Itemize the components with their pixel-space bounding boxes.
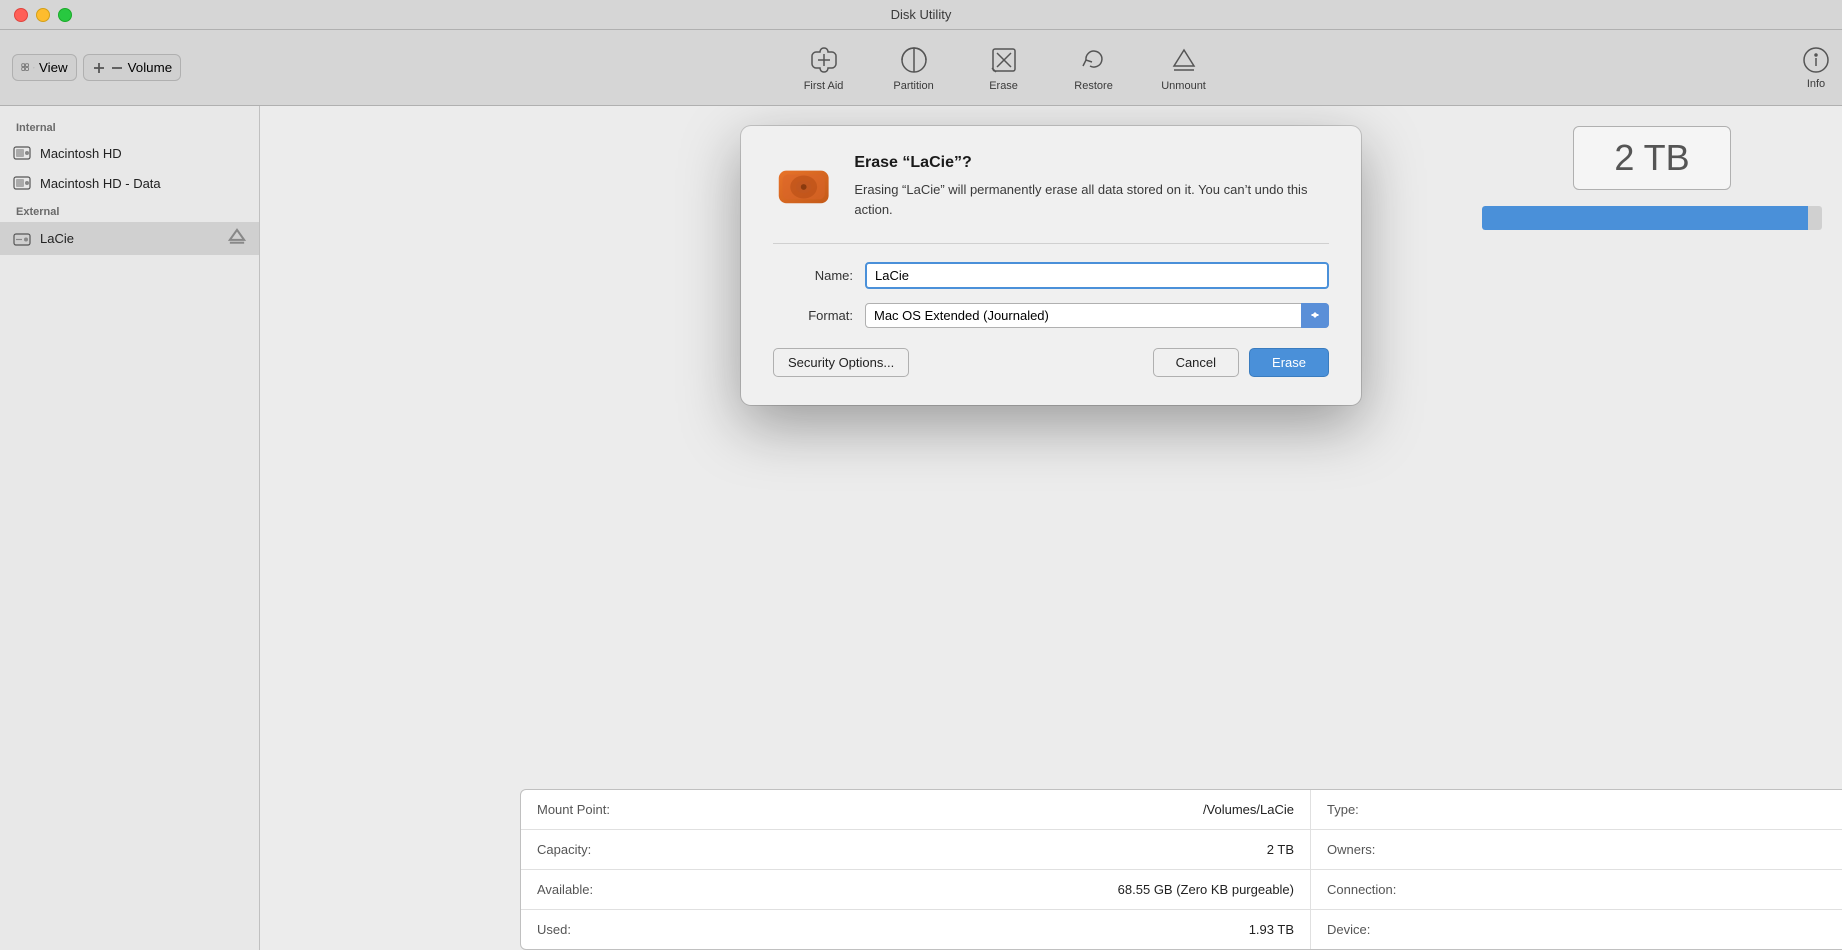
content-area: Erase “LaCie”? Erasing “LaCie” will perm…	[260, 106, 1842, 950]
close-button[interactable]	[14, 8, 28, 22]
internal-section-header: Internal	[0, 114, 259, 138]
format-select[interactable]: Mac OS Extended (Journaled) Mac OS Exten…	[865, 303, 1329, 328]
security-options-button[interactable]: Security Options...	[773, 348, 909, 377]
sidebar-item-macintosh-hd[interactable]: Macintosh HD	[0, 138, 259, 168]
erase-dialog: Erase “LaCie”? Erasing “LaCie” will perm…	[741, 126, 1361, 405]
format-select-wrapper: Mac OS Extended (Journaled) Mac OS Exten…	[865, 303, 1329, 328]
sidebar-item-label: Macintosh HD - Data	[40, 176, 161, 191]
toolbar-center: First Aid Partition Erase	[205, 44, 1802, 92]
maximize-button[interactable]	[58, 8, 72, 22]
restore-icon	[1078, 44, 1110, 76]
minimize-button[interactable]	[36, 8, 50, 22]
external-drive-icon	[12, 229, 32, 249]
hd-data-icon	[12, 173, 32, 193]
eject-icon[interactable]	[227, 227, 247, 250]
dialog-body: Erase “LaCie”? Erasing “LaCie” will perm…	[854, 154, 1329, 219]
toolbar: View Volume First Aid	[0, 30, 1842, 106]
format-row: Format: Mac OS Extended (Journaled) Mac …	[773, 303, 1329, 328]
volume-button[interactable]: Volume	[83, 54, 181, 81]
first-aid-icon	[808, 44, 840, 76]
lacie-drive-icon	[773, 154, 834, 218]
first-aid-button[interactable]: First Aid	[794, 44, 854, 92]
unmount-icon	[1168, 44, 1200, 76]
info-label: Info	[1807, 78, 1825, 90]
view-button[interactable]: View	[12, 54, 77, 81]
sidebar-item-macintosh-hd-data[interactable]: Macintosh HD - Data	[0, 168, 259, 198]
erase-label: Erase	[989, 80, 1018, 92]
sidebar: Internal Macintosh HD Macintosh HD - Dat…	[0, 106, 260, 950]
sidebar-item-lacie[interactable]: LaCie	[0, 222, 259, 255]
dialog-title: Erase “LaCie”?	[854, 154, 1329, 172]
info-icon	[1802, 46, 1830, 74]
dialog-buttons: Security Options... Cancel Erase	[773, 348, 1329, 377]
name-label: Name:	[773, 268, 853, 283]
window-title: Disk Utility	[891, 7, 952, 22]
name-input[interactable]	[865, 262, 1329, 289]
dialog-header: Erase “LaCie”? Erasing “LaCie” will perm…	[773, 154, 1329, 219]
dialog-description: Erasing “LaCie” will permanently erase a…	[854, 180, 1329, 219]
view-label: View	[39, 60, 68, 75]
external-section-header: External	[0, 198, 259, 222]
grid-icon	[21, 63, 29, 71]
restore-label: Restore	[1074, 80, 1113, 92]
main-area: Internal Macintosh HD Macintosh HD - Dat…	[0, 106, 1842, 950]
erase-confirm-button[interactable]: Erase	[1249, 348, 1329, 377]
toolbar-left: View Volume	[12, 54, 181, 81]
traffic-lights[interactable]	[14, 8, 72, 22]
info-button[interactable]: Info	[1802, 46, 1830, 90]
dialog-overlay: Erase “LaCie”? Erasing “LaCie” will perm…	[260, 106, 1842, 950]
unmount-button[interactable]: Unmount	[1154, 44, 1214, 92]
title-bar: Disk Utility	[0, 0, 1842, 30]
sidebar-item-label: LaCie	[40, 231, 74, 246]
unmount-label: Unmount	[1161, 80, 1206, 92]
partition-button[interactable]: Partition	[884, 44, 944, 92]
plus-icon	[92, 61, 106, 75]
hd-icon	[12, 143, 32, 163]
volume-label: Volume	[128, 60, 172, 75]
first-aid-label: First Aid	[804, 80, 844, 92]
chevron-down-icon	[33, 63, 35, 73]
dialog-form: Name: Format: Mac OS Extended (Journaled…	[773, 243, 1329, 377]
erase-button[interactable]: Erase	[974, 44, 1034, 92]
name-row: Name:	[773, 262, 1329, 289]
minus-icon	[110, 61, 124, 75]
restore-button[interactable]: Restore	[1064, 44, 1124, 92]
cancel-button[interactable]: Cancel	[1153, 348, 1239, 377]
sidebar-item-label: Macintosh HD	[40, 146, 122, 161]
format-label: Format:	[773, 308, 853, 323]
partition-label: Partition	[893, 80, 933, 92]
erase-icon	[988, 44, 1020, 76]
partition-icon	[898, 44, 930, 76]
